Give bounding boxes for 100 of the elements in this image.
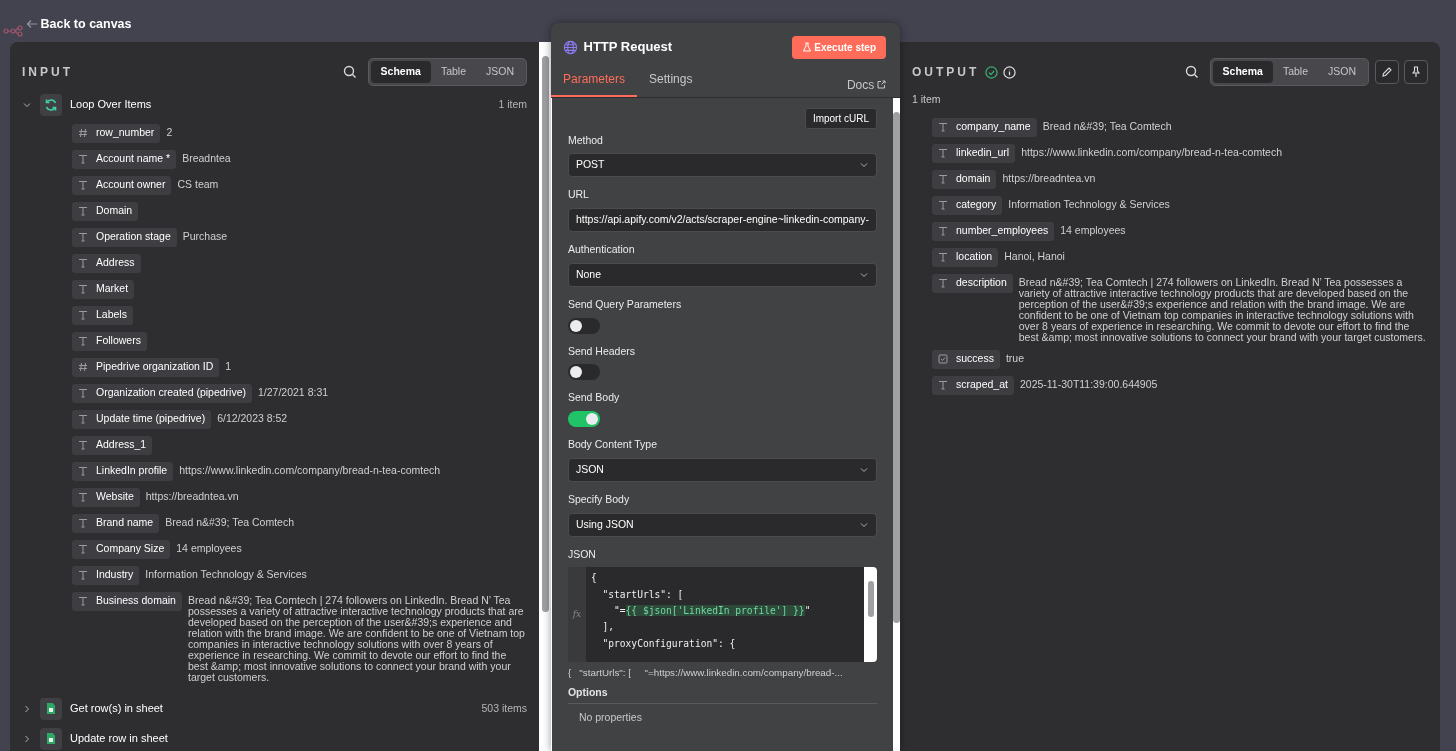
view-tab[interactable]: Schema [1212, 61, 1273, 83]
import-curl-button[interactable]: Import cURL [804, 107, 877, 129]
select-field[interactable]: JSON [567, 457, 877, 482]
input-field[interactable]: https://api.apify.com/v2/acts/scraper-engine~linkedin-company- [567, 208, 877, 232]
field-key[interactable]: Domain [72, 201, 139, 221]
field-key[interactable]: LinkedIn profile [72, 461, 174, 481]
view-tab[interactable]: Schema [370, 61, 431, 83]
field-value: Information Technology & Services [1008, 196, 1170, 210]
text-type-icon [938, 380, 948, 391]
field-value: Bread n&#39; Tea Comtech | 274 followers on LinkedIn. Bread N’ Tea possesses a variety of attractive interactive technology products that are developed based on the perception of the user&#39;s experience and relation with the brand image. We are confident to be one of Vietnam top companies in interactive technology solutions with over 8 years of experience in researching. We commit to devote our effort to find the best &amp; most innovative solutions to connect your brand with your target customers. [187, 592, 526, 683]
field-key[interactable]: location [932, 247, 999, 267]
text-type-icon [78, 258, 88, 268]
field-key[interactable]: Operation stage [72, 227, 177, 247]
field-key[interactable]: Address [72, 253, 141, 273]
hash-icon [78, 128, 88, 138]
field-value: CS team [177, 176, 219, 190]
text-type-icon [938, 200, 948, 211]
field-key[interactable]: row_number [72, 123, 161, 143]
info-icon[interactable] [1003, 65, 1017, 79]
field-label: JSON [567, 546, 597, 562]
item-count: 1 item [912, 92, 941, 107]
node-row[interactable]: Loop Over Items 1 item [22, 91, 527, 118]
text-type-icon [78, 466, 88, 476]
item-count: 503 items [481, 700, 527, 716]
text-type-icon [78, 310, 88, 320]
spreadsheet-icon [46, 702, 56, 716]
select-field[interactable]: Using JSON [567, 512, 877, 537]
field-value: https://breadntea.vn [1002, 170, 1096, 184]
field-key[interactable]: Account owner [72, 175, 172, 195]
field-key[interactable]: Brand name [72, 513, 160, 533]
text-type-icon [78, 180, 88, 190]
field-key[interactable]: Update time (pipedrive) [72, 409, 212, 429]
toggle-switch[interactable] [567, 317, 600, 334]
field-key[interactable]: Business domain [72, 591, 182, 611]
view-tab[interactable]: Table [430, 61, 476, 83]
text-type-icon [78, 154, 88, 164]
field-key[interactable]: scraped_at [932, 375, 1014, 395]
panel-title: OUTPUT [912, 64, 980, 81]
select-field[interactable]: None [567, 262, 877, 287]
field-value: 2025-11-30T11:39:00.644905 [1019, 376, 1158, 390]
field-key[interactable]: domain [932, 169, 997, 189]
tab[interactable]: Parameters [551, 63, 638, 97]
field-key[interactable]: linkedin_url [932, 143, 1016, 163]
tab[interactable]: Settings [637, 63, 705, 97]
scrollbar[interactable] [893, 97, 900, 751]
field-key[interactable]: Company Size [72, 539, 171, 559]
field-value: Purchase [182, 228, 228, 242]
code-text: { "startUrls": [ "={{ $json['LinkedIn profile'] }}" ], "proxyConfiguration": { [589, 571, 812, 651]
docs-link[interactable]: Docs [846, 75, 886, 94]
text-type-icon [78, 440, 88, 450]
field-key[interactable]: category [932, 195, 1003, 215]
node-row[interactable]: Get row(s) in sheet 503 items [22, 695, 527, 722]
field-key[interactable]: Account name * [72, 149, 177, 169]
field-value: Bread n&#39; Tea Comtech | 274 followers on LinkedIn. Bread N’ Tea possesses a variety of attractive interactive technology products that are developed based on the perception of the user&#39;s experience and relation with the brand image. We are confident to be one of Vietnam top companies in interactive technology solutions with over 8 years of experience in researching. We commit to devote our effort to find the best &amp; most innovative solutions to connect your brand with your target customers. [1018, 274, 1427, 343]
scrollbar[interactable] [864, 567, 877, 663]
view-tab[interactable]: JSON [476, 61, 524, 83]
json-editor[interactable]: fx { "startUrls": [ "={{ $json['LinkedIn profile'] }}" ], "proxyConfiguration": { [567, 567, 877, 663]
search-icon[interactable] [1184, 65, 1199, 79]
field-key[interactable]: company_name [932, 117, 1037, 137]
text-type-icon [78, 284, 88, 294]
field-value: Hanoi, Hanoi [1004, 248, 1065, 262]
view-tab[interactable]: Table [1272, 61, 1318, 83]
field-value: 1 [225, 358, 232, 372]
scrollbar[interactable] [539, 42, 551, 751]
text-type-icon [78, 544, 88, 554]
select-field[interactable]: POST [567, 153, 877, 178]
field-key[interactable]: Website [72, 487, 140, 507]
field-value: 2 [166, 124, 173, 138]
globe-icon [563, 39, 578, 55]
panel-title: INPUT [22, 64, 73, 81]
field-key[interactable]: Industry [72, 565, 140, 585]
text-type-icon [78, 206, 88, 216]
field-value: https://www.linkedin.com/company/bread-n-tea-comtech [1021, 144, 1282, 158]
field-value: true [1005, 350, 1025, 364]
field-key[interactable]: Market [72, 279, 135, 299]
field-key[interactable]: Pipedrive organization ID [72, 357, 220, 377]
field-key[interactable]: Organization created (pipedrive) [72, 383, 252, 403]
node-row[interactable]: Update row in sheet [22, 725, 527, 751]
back-to-canvas-link[interactable]: Back to canvas [40, 14, 132, 34]
toggle-switch[interactable] [567, 364, 600, 381]
refresh-icon [44, 97, 58, 112]
fx-label: fx [567, 567, 586, 663]
chevron-right-icon [22, 703, 32, 714]
spreadsheet-icon [46, 732, 56, 746]
text-type-icon [78, 492, 88, 502]
pin-button[interactable] [1404, 60, 1428, 84]
options-heading: Options [567, 685, 608, 698]
field-key[interactable]: description [932, 273, 1013, 293]
view-tab[interactable]: JSON [1318, 61, 1366, 83]
field-value: https://www.linkedin.com/company/bread-n-tea-comtech [179, 462, 441, 476]
toggle-switch[interactable] [567, 411, 600, 427]
edit-button[interactable] [1374, 60, 1399, 84]
search-icon[interactable] [342, 65, 357, 79]
field-key[interactable]: Labels [72, 305, 133, 325]
text-type-icon [78, 596, 88, 606]
field-key[interactable]: number_employees [932, 221, 1055, 241]
field-key[interactable]: Followers [72, 331, 147, 351]
empty-message: No properties [578, 709, 642, 725]
field-key[interactable]: success [932, 349, 1000, 369]
field-key[interactable]: Address_1 [72, 435, 153, 455]
